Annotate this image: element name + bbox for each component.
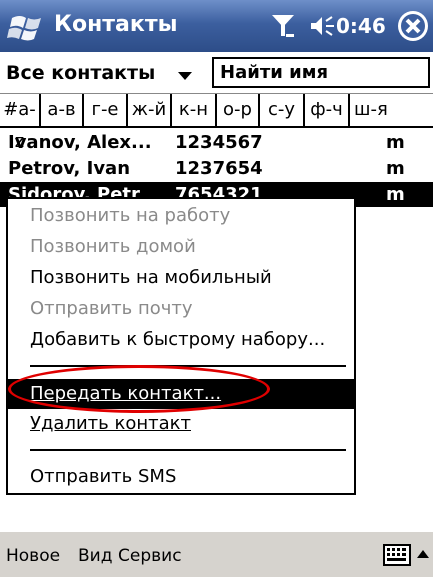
- menu-item-add-speed-dial[interactable]: Добавить к быстрому набору...: [8, 325, 354, 355]
- menu-separator: [30, 449, 346, 451]
- app-title: Контакты: [54, 12, 178, 37]
- menu-item-label: Позвонить на мобильный: [30, 267, 272, 288]
- contact-name: Ivanov, Alex...: [8, 132, 152, 153]
- tab-o-r[interactable]: о-р: [217, 94, 260, 126]
- contact-phone-type: m: [386, 132, 405, 153]
- chevron-down-icon[interactable]: [178, 72, 192, 80]
- contact-row[interactable]: Ivanov, Alex... 1234567 m: [0, 130, 433, 155]
- tab-f-ch[interactable]: ф-ч: [305, 94, 350, 126]
- signal-antenna-icon[interactable]: [270, 12, 296, 40]
- menu-view[interactable]: Вид: [78, 546, 112, 566]
- category-dropdown[interactable]: Все контакты: [6, 62, 155, 84]
- contact-row[interactable]: Petrov, Ivan 1237654 m: [0, 156, 433, 181]
- close-icon[interactable]: [397, 10, 429, 42]
- clock[interactable]: 0:46: [336, 14, 386, 38]
- menu-item-call-home[interactable]: Позвонить домой: [8, 232, 354, 262]
- contact-phone-type: m: [386, 158, 405, 179]
- menu-item-call-work[interactable]: Позвонить на работу: [8, 201, 354, 231]
- tab-zh-y[interactable]: ж-й: [128, 94, 172, 126]
- menu-new[interactable]: Новое: [6, 546, 60, 566]
- context-menu: Позвонить на работу Позвонить домой Позв…: [6, 197, 356, 495]
- menu-item-call-mobile[interactable]: Позвонить на мобильный: [8, 263, 354, 293]
- volume-icon[interactable]: [309, 15, 335, 37]
- input-selector-arrow-icon[interactable]: [417, 550, 429, 558]
- menu-item-label: Позвонить на работу: [30, 205, 231, 226]
- annotation-highlight-oval: [8, 365, 270, 413]
- tab-s-u[interactable]: с-у: [260, 94, 305, 126]
- menu-item-send-sms[interactable]: Отправить SMS: [8, 462, 354, 492]
- bottom-menu-bar: Новое Вид Сервис: [0, 530, 433, 577]
- contact-phone-type: m: [386, 184, 405, 205]
- keyboard-icon[interactable]: [382, 542, 412, 568]
- alphabet-tabs: #a-z а-в г-е ж-й к-н о-р с-у ф-ч ш-я: [0, 94, 433, 152]
- contact-name: Petrov, Ivan: [8, 158, 131, 179]
- tab-a-z[interactable]: #a-z: [0, 94, 41, 152]
- find-name-placeholder: Найти имя: [220, 62, 329, 83]
- contact-phone: 1237654: [175, 158, 263, 179]
- menu-tools[interactable]: Сервис: [118, 546, 182, 566]
- filter-row: Все контакты Найти имя: [0, 52, 433, 94]
- find-name-input[interactable]: Найти имя: [212, 57, 430, 88]
- menu-item-label: Позвонить домой: [30, 236, 196, 257]
- menu-item-label: Удалить контакт: [30, 413, 191, 434]
- tab-a-v[interactable]: а-в: [41, 94, 84, 126]
- menu-item-delete-contact[interactable]: Удалить контакт: [8, 409, 354, 439]
- menu-item-label: Отправить SMS: [30, 466, 177, 487]
- tab-sh-ya[interactable]: ш-я: [350, 94, 433, 126]
- menu-item-label: Отправить почту: [30, 298, 193, 319]
- contact-phone: 1234567: [175, 132, 263, 153]
- tab-g-e[interactable]: г-е: [84, 94, 128, 126]
- title-bar: Контакты 0:46: [0, 0, 433, 52]
- menu-item-label: Добавить к быстрому набору...: [30, 329, 326, 350]
- tab-k-n[interactable]: к-н: [172, 94, 217, 126]
- windows-start-icon[interactable]: [6, 6, 46, 46]
- menu-item-send-email[interactable]: Отправить почту: [8, 294, 354, 324]
